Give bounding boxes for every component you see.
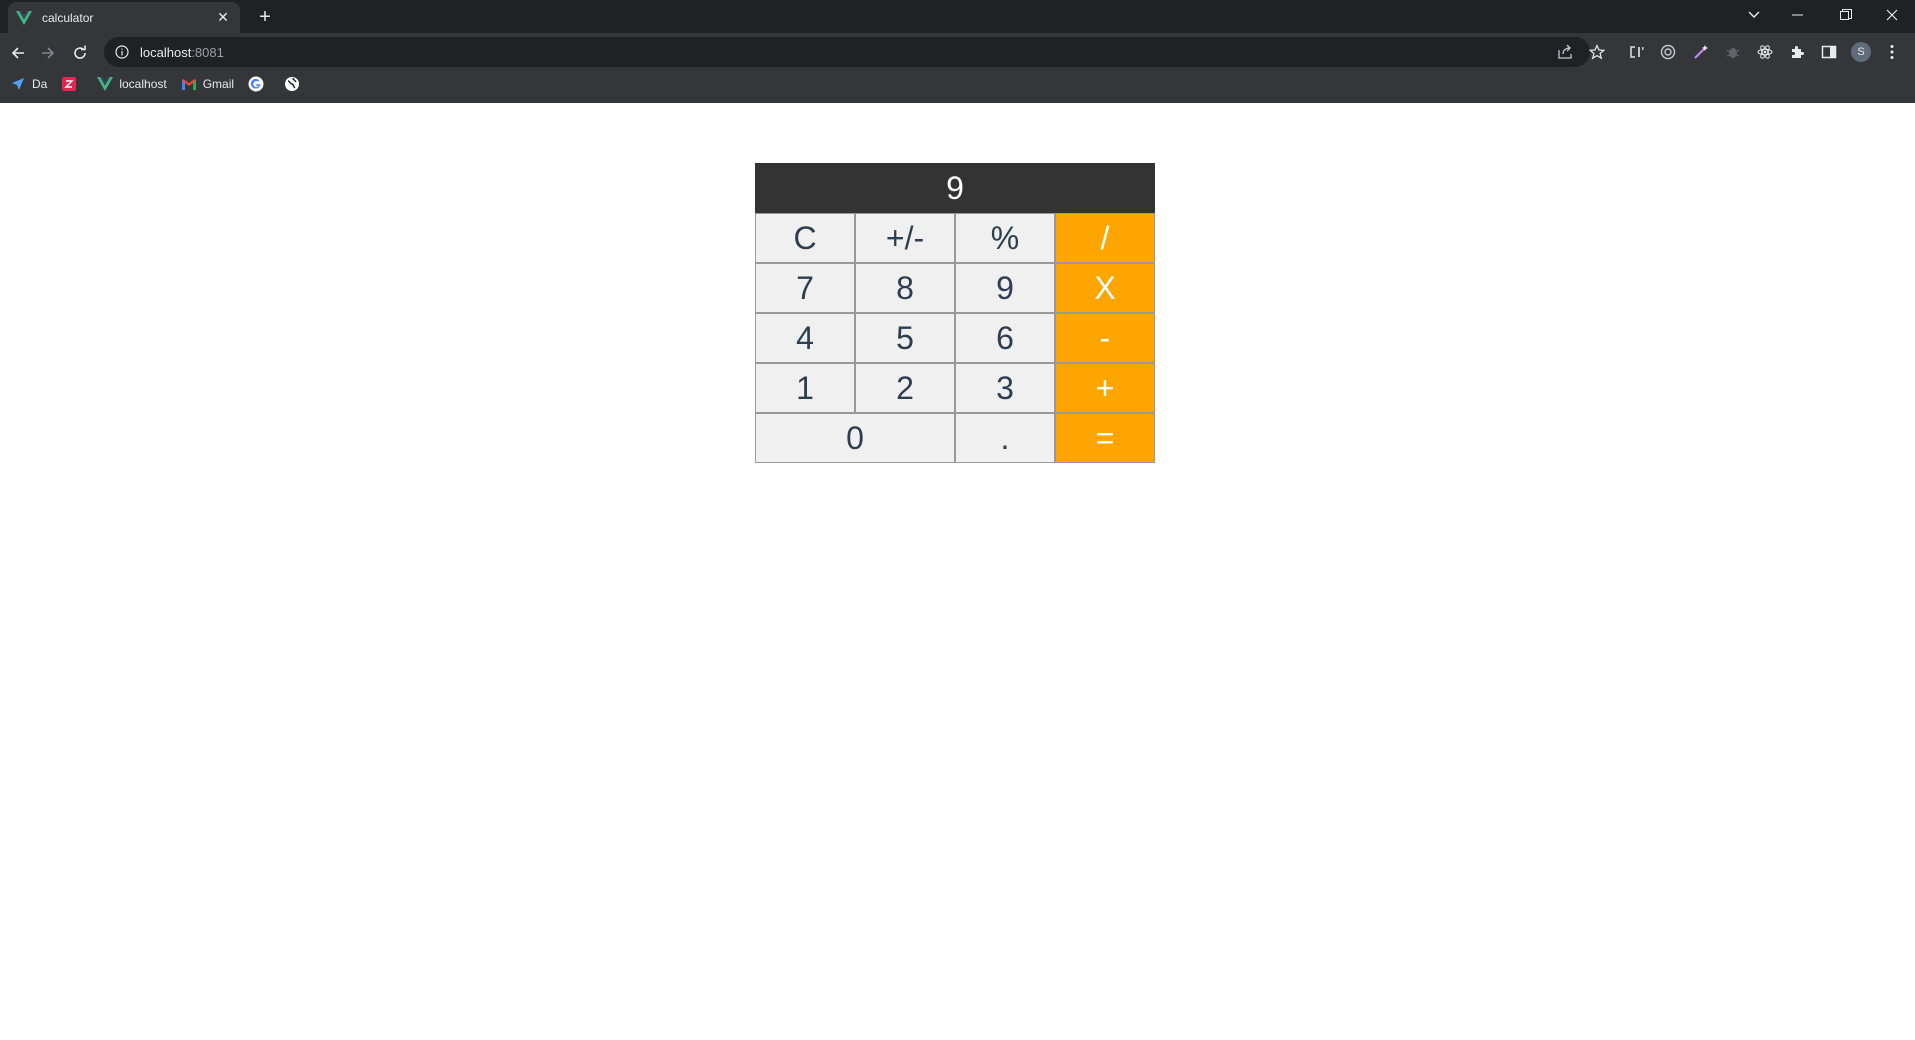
gmail-icon: [181, 76, 197, 92]
google-icon: [248, 76, 264, 92]
new-tab-icon[interactable]: +: [254, 6, 276, 28]
reload-icon[interactable]: [66, 39, 94, 67]
z-app-icon: [61, 76, 77, 92]
url-host: localhost: [140, 44, 192, 60]
calculator-display: 9: [755, 163, 1155, 213]
bookmark-label: Gmail: [202, 77, 235, 91]
share-icon[interactable]: [1553, 40, 1577, 64]
tab-search-icon[interactable]: [1742, 3, 1766, 27]
bookmark-da[interactable]: Da: [10, 76, 47, 92]
extensions-puzzle-icon[interactable]: [1785, 40, 1809, 64]
bookmark-globe[interactable]: [284, 76, 306, 92]
restore-icon[interactable]: [1823, 0, 1869, 30]
bookmark-z-app[interactable]: [61, 76, 83, 92]
tab-bar: calculator ✕ +: [0, 0, 1915, 33]
vue-icon: [97, 76, 114, 92]
digit-3-button[interactable]: 3: [955, 363, 1055, 413]
plus-button[interactable]: +: [1055, 363, 1155, 413]
minimize-icon[interactable]: [1775, 0, 1821, 30]
digit-2-button[interactable]: 2: [855, 363, 955, 413]
digit-5-button[interactable]: 5: [855, 313, 955, 363]
bookmarks-bar: Da localhost Gmail: [0, 73, 320, 95]
calculator: 9 C +/- % / 7 8 9 X 4 5 6 - 1 2 3 + 0 . …: [755, 163, 1155, 463]
digit-6-button[interactable]: 6: [955, 313, 1055, 363]
side-panel-icon[interactable]: [1817, 40, 1841, 64]
digit-7-button[interactable]: 7: [755, 263, 855, 313]
back-icon[interactable]: [4, 39, 32, 67]
bookmark-google[interactable]: [248, 76, 270, 92]
extension-wand-icon[interactable]: [1689, 40, 1713, 64]
divide-button[interactable]: /: [1055, 213, 1155, 263]
toggle-sign-button[interactable]: +/-: [855, 213, 955, 263]
close-window-icon[interactable]: [1869, 0, 1915, 30]
bookmark-label: Da: [32, 77, 48, 91]
equals-button[interactable]: =: [1055, 413, 1155, 463]
decimal-button[interactable]: .: [955, 413, 1055, 463]
extension-target-icon[interactable]: [1656, 40, 1680, 64]
bookmark-localhost[interactable]: localhost: [97, 76, 167, 92]
globe-icon: [284, 76, 300, 92]
extension-bug-icon[interactable]: [1721, 40, 1745, 64]
address-bar[interactable]: localhost:8081: [104, 37, 1590, 67]
extension-react-icon[interactable]: [1753, 40, 1777, 64]
percent-button[interactable]: %: [955, 213, 1055, 263]
digit-0-button[interactable]: 0: [755, 413, 955, 463]
digit-1-button[interactable]: 1: [755, 363, 855, 413]
forward-icon[interactable]: [34, 39, 62, 67]
url-port: :8081: [191, 44, 224, 60]
clear-button[interactable]: C: [755, 213, 855, 263]
digit-4-button[interactable]: 4: [755, 313, 855, 363]
bookmark-label: localhost: [119, 77, 167, 91]
digit-9-button[interactable]: 9: [955, 263, 1055, 313]
tab-title: calculator: [42, 10, 94, 25]
extension-ci-icon[interactable]: [1624, 40, 1648, 64]
bookmark-star-icon[interactable]: [1585, 40, 1609, 64]
site-info-icon[interactable]: [114, 44, 130, 60]
minus-button[interactable]: -: [1055, 313, 1155, 363]
menu-dots-icon[interactable]: [1880, 40, 1904, 64]
navigation-icon: [10, 76, 26, 92]
digit-8-button[interactable]: 8: [855, 263, 955, 313]
tab-close-icon[interactable]: ✕: [214, 9, 232, 27]
bookmark-gmail[interactable]: Gmail: [181, 76, 234, 92]
profile-avatar[interactable]: S: [1851, 42, 1871, 62]
vue-icon: [16, 10, 32, 26]
multiply-button[interactable]: X: [1055, 263, 1155, 313]
tab-calculator[interactable]: calculator ✕: [8, 2, 240, 33]
